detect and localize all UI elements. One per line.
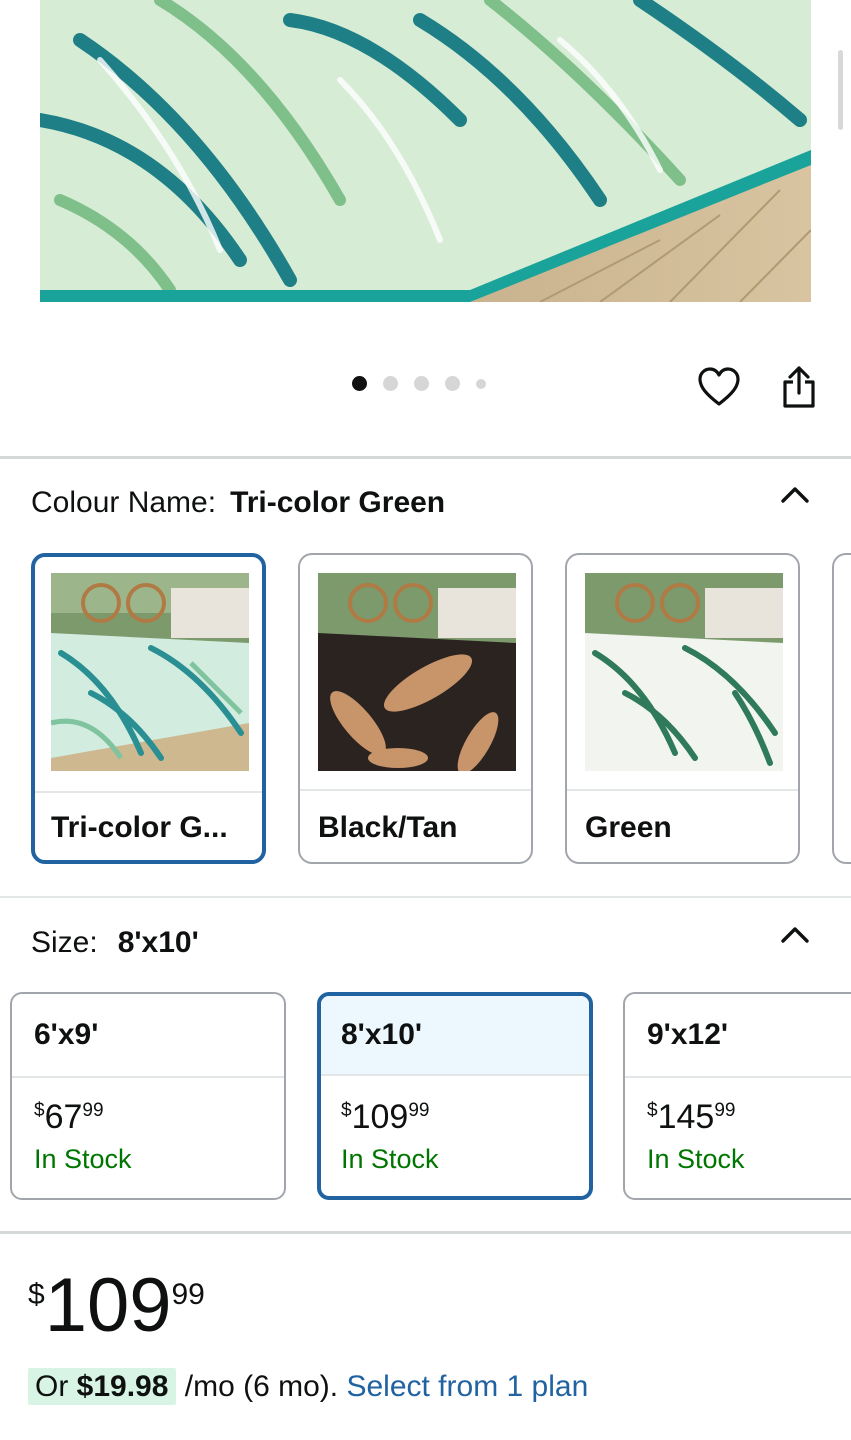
size-card-divider bbox=[321, 1074, 589, 1076]
size-option-9x12[interactable]: 9'x12' $14599 In Stock bbox=[623, 992, 851, 1200]
colour-name-label: Colour Name: Tri-color Green bbox=[31, 486, 446, 519]
pagination-dot[interactable] bbox=[414, 376, 429, 391]
size-selected-value: 8'x10' bbox=[117, 926, 199, 959]
size-card-divider bbox=[625, 1076, 851, 1078]
installment-offer: Or $19.98 /mo (6 mo). Select from 1 plan bbox=[28, 1368, 588, 1405]
size-name: 6'x9' bbox=[34, 1018, 99, 1051]
colour-option-green[interactable]: Green bbox=[565, 553, 800, 864]
chevron-up-icon[interactable] bbox=[780, 484, 810, 504]
size-price: $10999 bbox=[341, 1098, 430, 1136]
chevron-up-icon[interactable] bbox=[780, 924, 810, 944]
swatch-image bbox=[318, 573, 516, 771]
swatch-image bbox=[585, 573, 783, 771]
price-whole: 109 bbox=[44, 1263, 172, 1348]
size-card-divider bbox=[12, 1076, 284, 1078]
select-plan-link[interactable]: Select from 1 plan bbox=[346, 1370, 588, 1403]
swatch-label: Black/Tan bbox=[318, 811, 458, 844]
size-option-8x10[interactable]: 8'x10' $10999 In Stock bbox=[317, 992, 593, 1200]
price-fraction: 99 bbox=[171, 1278, 205, 1311]
image-pagination bbox=[352, 376, 502, 391]
share-button[interactable] bbox=[776, 364, 822, 410]
favorite-button[interactable] bbox=[696, 364, 742, 410]
size-label: Size: 8'x10' bbox=[31, 926, 199, 959]
price-currency: $ bbox=[28, 1278, 45, 1311]
colour-option-tri-color-green[interactable]: Tri-color G... bbox=[31, 553, 266, 864]
installment-highlight: Or $19.98 bbox=[28, 1368, 177, 1405]
stock-status: In Stock bbox=[34, 1144, 132, 1174]
size-name: 9'x12' bbox=[647, 1018, 729, 1051]
colour-selected-value: Tri-color Green bbox=[230, 486, 446, 519]
size-price: $14599 bbox=[647, 1098, 736, 1136]
section-divider bbox=[0, 1231, 851, 1234]
pagination-dot[interactable] bbox=[352, 376, 367, 391]
swatch-divider bbox=[300, 789, 531, 791]
installment-amount: $19.98 bbox=[76, 1370, 169, 1403]
size-name: 8'x10' bbox=[341, 1018, 423, 1051]
product-hero-image[interactable] bbox=[40, 0, 811, 302]
section-divider bbox=[0, 456, 851, 459]
pagination-dot[interactable] bbox=[476, 378, 486, 389]
stock-status: In Stock bbox=[647, 1144, 745, 1174]
truncated-content bbox=[28, 1432, 648, 1440]
product-price: $10999 bbox=[28, 1268, 205, 1344]
scroll-indicator[interactable] bbox=[838, 50, 843, 130]
swatch-label: Green bbox=[585, 811, 672, 844]
pagination-dot[interactable] bbox=[445, 376, 460, 391]
pagination-dot[interactable] bbox=[383, 376, 398, 391]
size-option-6x9[interactable]: 6'x9' $6799 In Stock bbox=[10, 992, 286, 1200]
stock-status: In Stock bbox=[341, 1144, 439, 1174]
colour-option-partial[interactable] bbox=[832, 553, 851, 864]
swatch-divider bbox=[35, 791, 262, 793]
swatch-image bbox=[51, 573, 249, 771]
colour-option-black-tan[interactable]: Black/Tan bbox=[298, 553, 533, 864]
swatch-label: Tri-color G... bbox=[51, 811, 228, 844]
share-icon bbox=[783, 366, 815, 408]
installment-terms: /mo (6 mo). bbox=[176, 1370, 347, 1403]
heart-icon bbox=[698, 367, 740, 406]
size-price: $6799 bbox=[34, 1098, 104, 1136]
swatch-divider bbox=[567, 789, 798, 791]
section-divider bbox=[0, 896, 851, 898]
